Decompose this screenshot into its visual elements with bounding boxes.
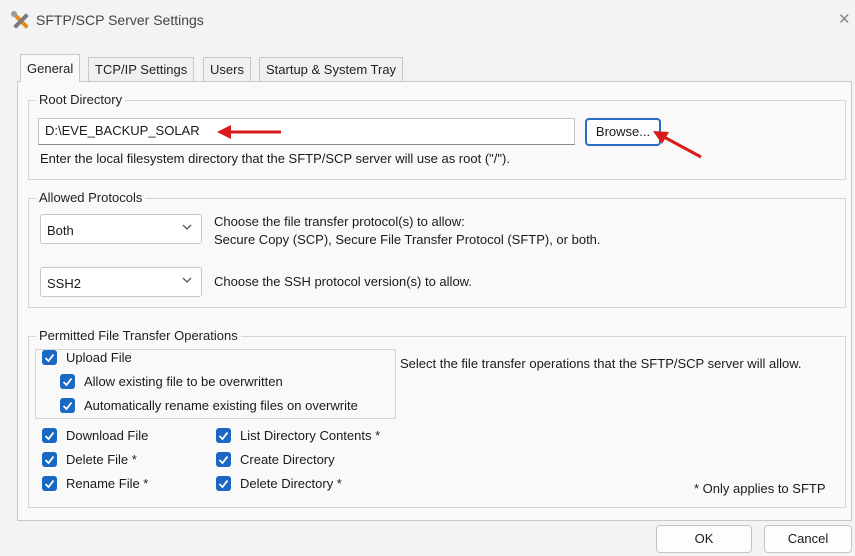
checkmark-icon: [62, 401, 73, 411]
tab-general[interactable]: General: [20, 54, 81, 82]
annotation-arrow-upleft: [653, 131, 702, 159]
protocol-select-value: Both: [47, 223, 74, 238]
checkmark-icon: [218, 455, 229, 465]
ssh-version-description: Choose the SSH protocol version(s) to al…: [214, 274, 472, 289]
cancel-button[interactable]: Cancel: [764, 525, 852, 553]
tab-users[interactable]: Users: [203, 57, 251, 81]
operations-legend: Permitted File Transfer Operations: [36, 328, 241, 343]
allow-overwrite-checkbox[interactable]: [60, 374, 75, 389]
delete-file-label: Delete File *: [66, 452, 137, 467]
checkmark-icon: [218, 479, 229, 489]
ok-button[interactable]: OK: [656, 525, 752, 553]
operations-description: Select the file transfer operations that…: [400, 356, 802, 371]
delete-file-checkbox[interactable]: [42, 452, 57, 467]
ssh-version-select-value: SSH2: [47, 276, 81, 291]
allowed-protocols-legend: Allowed Protocols: [36, 190, 146, 205]
upload-file-checkbox[interactable]: [42, 350, 57, 365]
allow-overwrite-label: Allow existing file to be overwritten: [84, 374, 283, 389]
protocol-select[interactable]: Both: [40, 214, 202, 244]
rename-file-checkbox[interactable]: [42, 476, 57, 491]
delete-directory-checkbox[interactable]: [216, 476, 231, 491]
tab-startup-system-tray[interactable]: Startup & System Tray: [259, 57, 404, 81]
root-directory-legend: Root Directory: [36, 92, 126, 107]
list-directory-label: List Directory Contents *: [240, 428, 381, 443]
close-icon[interactable]: ✕: [838, 10, 851, 28]
app-tools-icon: [10, 10, 32, 32]
root-directory-hint: Enter the local filesystem directory tha…: [40, 151, 510, 166]
window-title: SFTP/SCP Server Settings: [36, 12, 204, 28]
tab-tcpip-settings[interactable]: TCP/IP Settings: [88, 57, 195, 81]
checkmark-icon: [44, 353, 55, 363]
list-directory-checkbox[interactable]: [216, 428, 231, 443]
download-file-label: Download File: [66, 428, 149, 443]
auto-rename-label: Automatically rename existing files on o…: [84, 398, 358, 413]
protocol-description-line2: Secure Copy (SCP), Secure File Transfer …: [214, 232, 601, 247]
checkmark-icon: [44, 455, 55, 465]
create-directory-checkbox[interactable]: [216, 452, 231, 467]
create-directory-label: Create Directory: [240, 452, 335, 467]
checkmark-icon: [218, 431, 229, 441]
auto-rename-checkbox[interactable]: [60, 398, 75, 413]
rename-file-label: Rename File *: [66, 476, 149, 491]
checkmark-icon: [44, 431, 55, 441]
protocol-description-line1: Choose the file transfer protocol(s) to …: [214, 214, 465, 229]
chevron-down-icon: [182, 277, 192, 283]
root-directory-input[interactable]: D:\EVE_BACKUP_SOLAR: [38, 118, 575, 145]
chevron-down-icon: [182, 224, 192, 230]
checkmark-icon: [62, 377, 73, 387]
annotation-arrow-left: [217, 125, 281, 139]
sftp-footnote: * Only applies to SFTP: [694, 481, 826, 496]
delete-directory-label: Delete Directory *: [240, 476, 342, 491]
download-file-checkbox[interactable]: [42, 428, 57, 443]
upload-file-label: Upload File: [66, 350, 132, 365]
checkmark-icon: [44, 479, 55, 489]
ssh-version-select[interactable]: SSH2: [40, 267, 202, 297]
